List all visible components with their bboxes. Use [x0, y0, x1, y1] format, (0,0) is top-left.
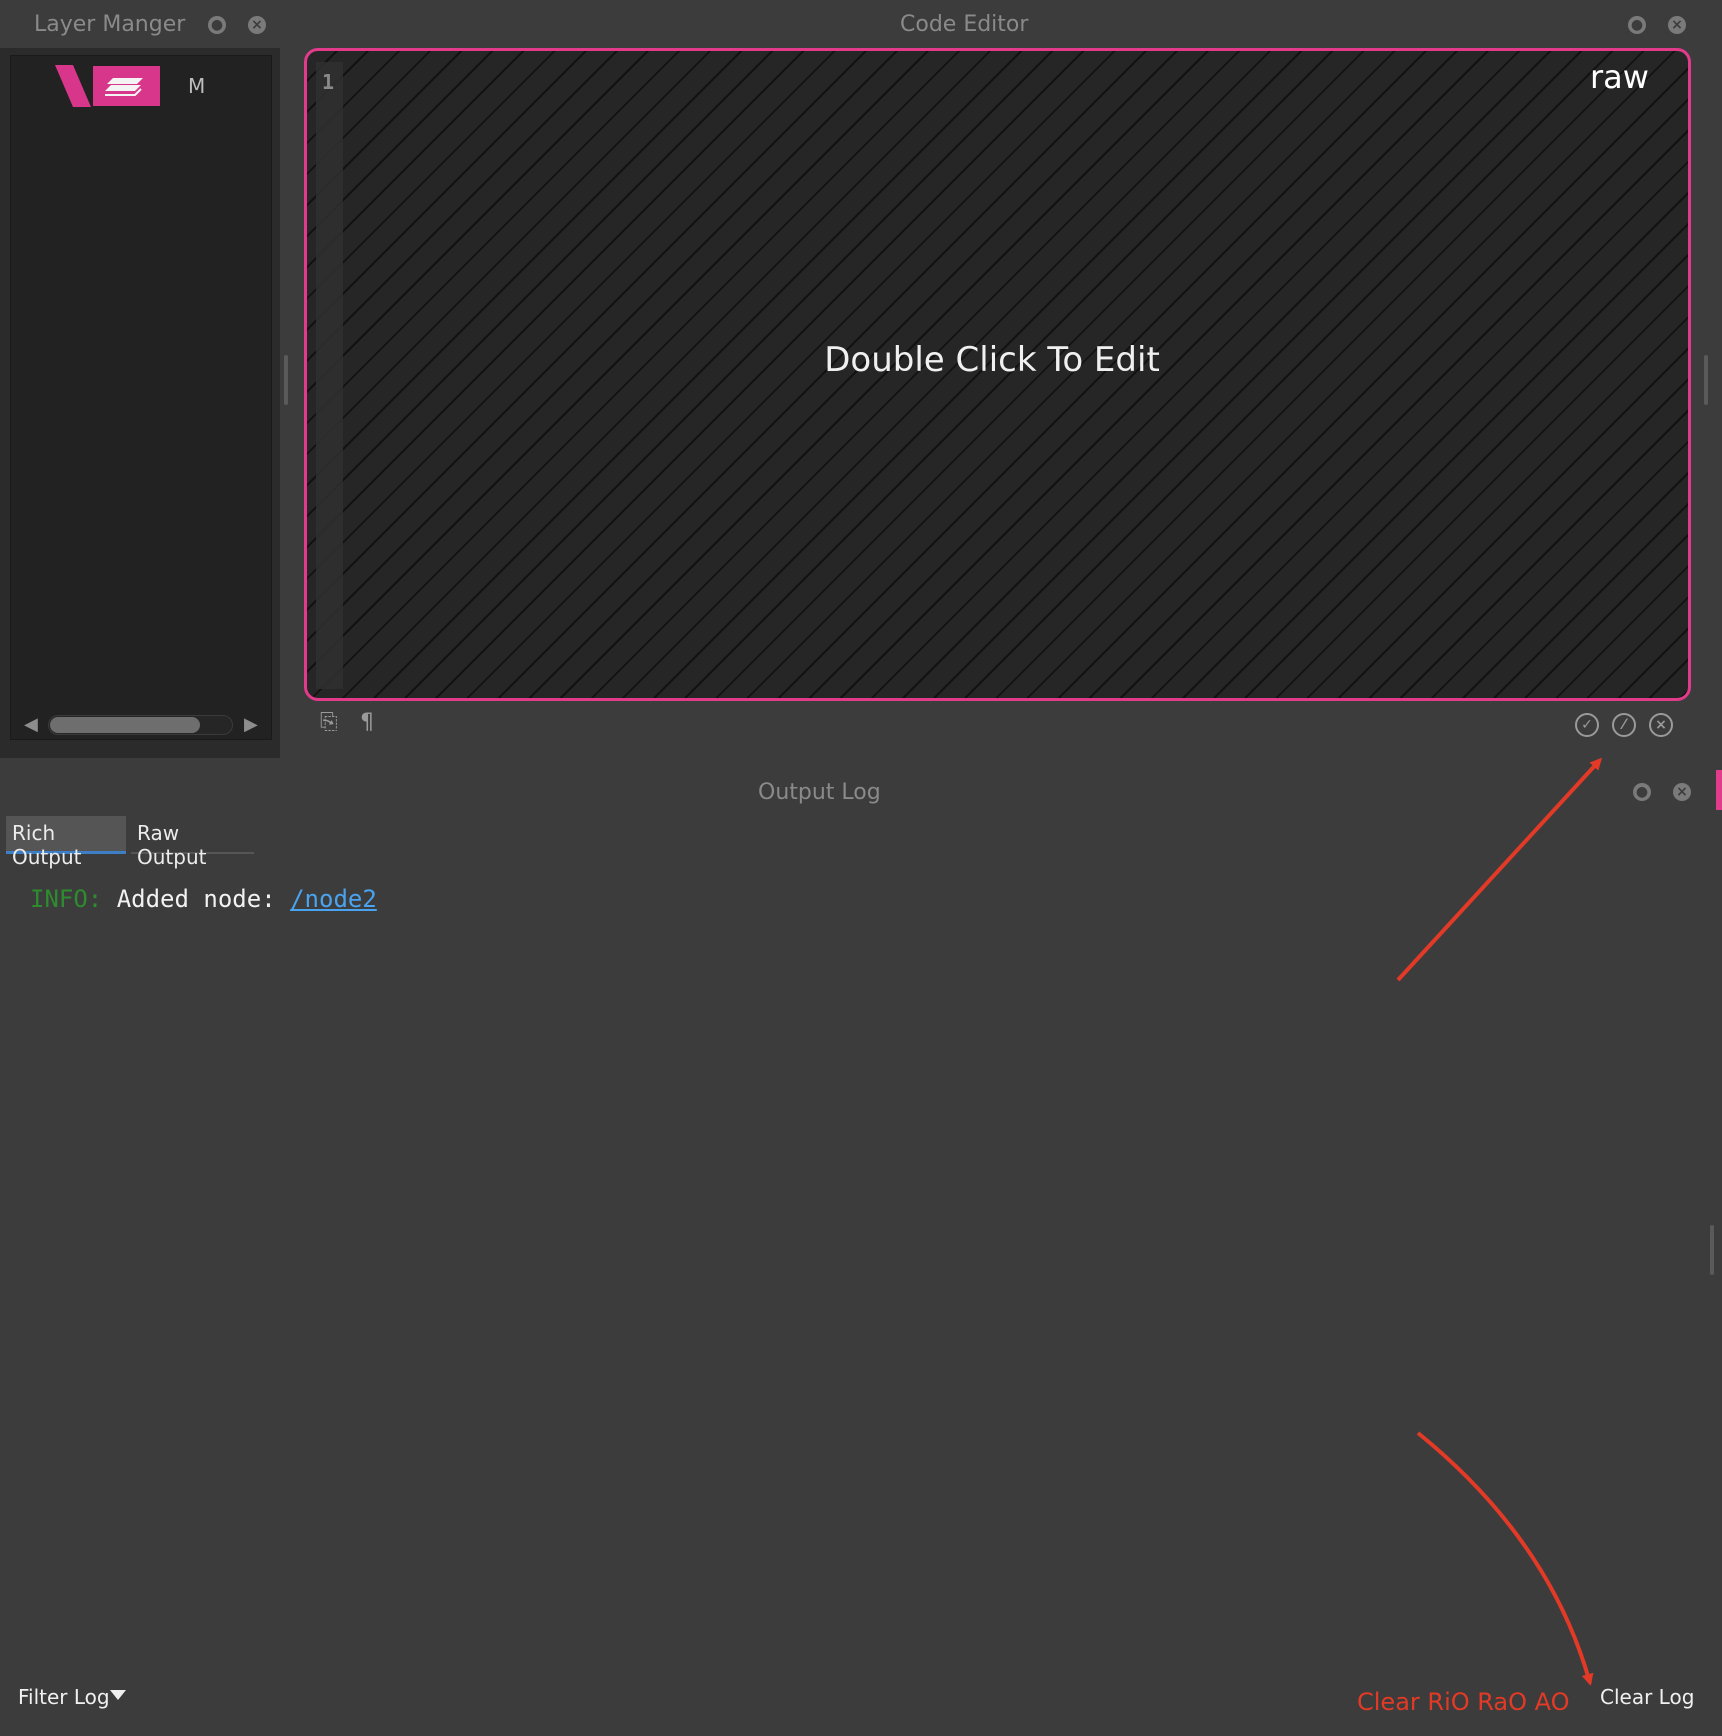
annotation-arrows [1396, 757, 1603, 1686]
annotation-arrow-up [1396, 757, 1603, 982]
annotation-arrow-down [1416, 1431, 1594, 1686]
